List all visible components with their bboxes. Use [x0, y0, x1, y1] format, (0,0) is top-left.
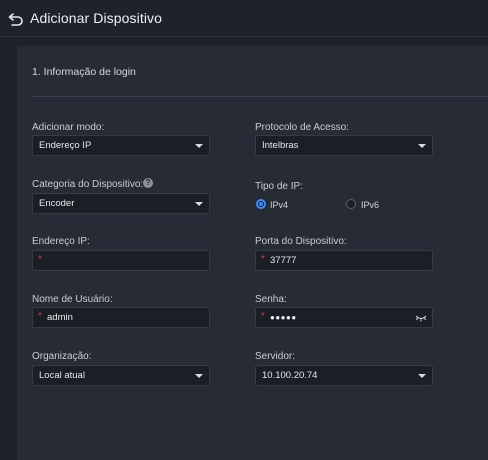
username-label: Nome de Usuário:	[32, 294, 113, 305]
device-port-input[interactable]: * 37777	[255, 250, 433, 271]
device-category-select[interactable]: Encoder	[32, 193, 210, 214]
question-mark-icon[interactable]: ?	[143, 178, 153, 188]
chevron-down-icon	[195, 374, 203, 378]
server-label: Servidor:	[255, 351, 296, 362]
ip-address-label: Endereço IP:	[32, 236, 90, 247]
required-mark: *	[261, 254, 265, 265]
section-divider	[32, 96, 488, 97]
device-category-label: Categoria do Dispositivo:	[32, 179, 144, 190]
organization-label: Organização:	[32, 351, 92, 362]
password-input[interactable]: * ●●●●●	[255, 307, 433, 328]
required-mark: *	[38, 311, 42, 322]
device-port-value: 37777	[270, 255, 297, 266]
access-protocol-label: Protocolo de Acesso:	[255, 122, 349, 133]
section-title: 1. Informação de login	[32, 66, 136, 78]
password-value: ●●●●●	[270, 313, 297, 322]
chevron-down-icon	[195, 202, 203, 206]
access-protocol-select[interactable]: Intelbras	[255, 135, 433, 156]
ipv4-radio-label: IPv4	[270, 200, 289, 210]
username-value: admin	[47, 312, 73, 323]
password-label: Senha:	[255, 294, 287, 305]
username-input[interactable]: * admin	[32, 307, 210, 328]
ip-type-label: Tipo de IP:	[255, 181, 303, 192]
ip-address-input[interactable]: *	[32, 250, 210, 271]
header-bar: Adicionar Dispositivo	[0, 0, 488, 37]
device-port-label: Porta do Dispositivo:	[255, 236, 347, 247]
access-protocol-value: Intelbras	[262, 140, 299, 151]
required-mark: *	[261, 311, 265, 322]
ipv6-radio[interactable]	[346, 199, 356, 209]
device-category-value: Encoder	[39, 198, 75, 209]
back-arrow-icon[interactable]	[8, 11, 24, 27]
page-title: Adicionar Dispositivo	[30, 10, 163, 26]
add-mode-select[interactable]: Endereço IP	[32, 135, 210, 156]
ipv6-radio-label: IPv6	[361, 200, 380, 210]
add-mode-label: Adicionar modo:	[32, 122, 105, 133]
chevron-down-icon	[418, 144, 426, 148]
add-mode-value: Endereço IP	[39, 140, 92, 151]
eye-hidden-icon[interactable]	[415, 313, 427, 323]
chevron-down-icon	[418, 374, 426, 378]
organization-value: Local atual	[39, 370, 85, 381]
organization-select[interactable]: Local atual	[32, 365, 210, 386]
server-select[interactable]: 10.100.20.74	[255, 365, 433, 386]
ipv4-radio[interactable]	[256, 199, 266, 209]
server-value: 10.100.20.74	[262, 370, 318, 381]
chevron-down-icon	[195, 144, 203, 148]
required-mark: *	[38, 254, 42, 265]
